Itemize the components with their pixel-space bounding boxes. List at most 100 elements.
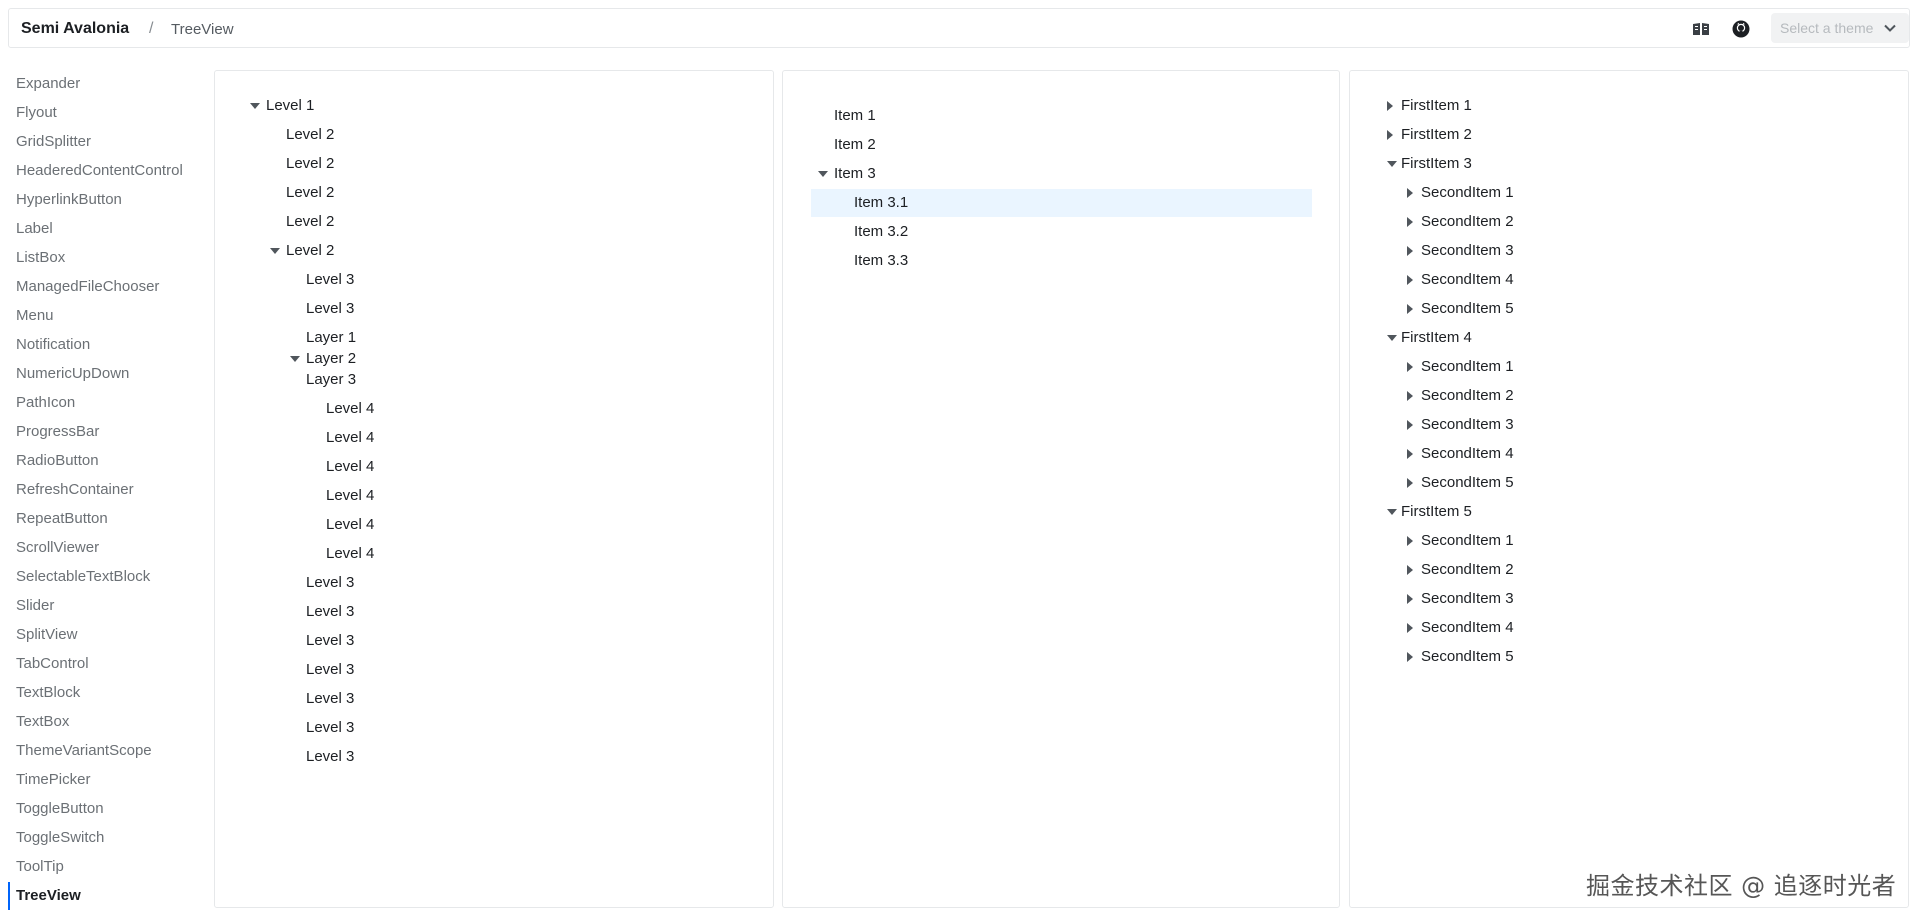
github-icon[interactable] xyxy=(1731,19,1751,39)
sidebar-item-treeview[interactable]: TreeView xyxy=(8,882,208,910)
sidebar-item-refreshcontainer[interactable]: RefreshContainer xyxy=(8,476,208,504)
sidebar-item-progressbar[interactable]: ProgressBar xyxy=(8,418,208,446)
caret-right-icon[interactable] xyxy=(1387,101,1393,111)
tree3-node[interactable]: SecondItem 3 xyxy=(1350,585,1906,613)
caret-right-icon[interactable] xyxy=(1387,130,1393,140)
caret-down-icon[interactable] xyxy=(1387,161,1397,167)
tree3-node[interactable]: SecondItem 1 xyxy=(1350,353,1906,381)
tree1-node[interactable]: Level 1 xyxy=(215,92,771,120)
sidebar-item-label[interactable]: Label xyxy=(8,215,208,243)
caret-right-icon[interactable] xyxy=(1407,449,1413,459)
sidebar-item-togglebutton[interactable]: ToggleButton xyxy=(8,795,208,823)
app-brand[interactable]: Semi Avalonia xyxy=(21,20,129,38)
sidebar-item-hyperlinkbutton[interactable]: HyperlinkButton xyxy=(8,186,208,214)
caret-down-icon[interactable] xyxy=(1387,335,1397,341)
tree1-node[interactable]: Level 3 xyxy=(215,685,771,713)
caret-right-icon[interactable] xyxy=(1407,623,1413,633)
sidebar-item-toggleswitch[interactable]: ToggleSwitch xyxy=(8,824,208,852)
sidebar-item-flyout[interactable]: Flyout xyxy=(8,99,208,127)
tree2-node[interactable]: Item 3 xyxy=(783,160,1337,188)
caret-right-icon[interactable] xyxy=(1407,391,1413,401)
caret-down-icon[interactable] xyxy=(290,356,300,362)
caret-right-icon[interactable] xyxy=(1407,246,1413,256)
tree2-node[interactable]: Item 3.3 xyxy=(783,247,1337,275)
tree1-node[interactable]: Level 3 xyxy=(215,598,771,626)
caret-down-icon[interactable] xyxy=(1387,509,1397,515)
tree1-node[interactable]: Level 2 xyxy=(215,237,771,265)
tree1-node[interactable]: Level 2 xyxy=(215,179,771,207)
sidebar-item-notification[interactable]: Notification xyxy=(8,331,208,359)
sidebar-item-tabcontrol[interactable]: TabControl xyxy=(8,650,208,678)
sidebar-item-radiobutton[interactable]: RadioButton xyxy=(8,447,208,475)
tree1-node[interactable]: Level 4 xyxy=(215,482,771,510)
caret-right-icon[interactable] xyxy=(1407,362,1413,372)
tree1-node[interactable]: Level 4 xyxy=(215,540,771,568)
caret-down-icon[interactable] xyxy=(818,171,828,177)
caret-right-icon[interactable] xyxy=(1407,304,1413,314)
tree3-node[interactable]: SecondItem 1 xyxy=(1350,527,1906,555)
caret-right-icon[interactable] xyxy=(1407,217,1413,227)
sidebar-item-pathicon[interactable]: PathIcon xyxy=(8,389,208,417)
tree2-node[interactable]: Item 3.1 xyxy=(811,189,1312,217)
sidebar-item-numericupdown[interactable]: NumericUpDown xyxy=(8,360,208,388)
caret-right-icon[interactable] xyxy=(1407,188,1413,198)
tree3-node[interactable]: FirstItem 4 xyxy=(1350,324,1906,352)
tree1-node[interactable]: Level 3 xyxy=(215,627,771,655)
tree3-node[interactable]: SecondItem 3 xyxy=(1350,237,1906,265)
tree1-node[interactable]: Level 3 xyxy=(215,295,771,323)
tree3-node[interactable]: SecondItem 4 xyxy=(1350,266,1906,294)
tree3-node[interactable]: FirstItem 5 xyxy=(1350,498,1906,526)
sidebar-item-splitview[interactable]: SplitView xyxy=(8,621,208,649)
caret-right-icon[interactable] xyxy=(1407,275,1413,285)
caret-down-icon[interactable] xyxy=(250,103,260,109)
sidebar-item-headeredcontentcontrol[interactable]: HeaderedContentControl xyxy=(8,157,208,185)
sidebar-item-timepicker[interactable]: TimePicker xyxy=(8,766,208,794)
sidebar-item-tooltip[interactable]: ToolTip xyxy=(8,853,208,881)
tree1-node[interactable]: Level 3 xyxy=(215,714,771,742)
tree1-node[interactable]: Level 4 xyxy=(215,395,771,423)
tree1-node[interactable]: Level 3 xyxy=(215,569,771,597)
caret-down-icon[interactable] xyxy=(270,248,280,254)
sidebar-item-menu[interactable]: Menu xyxy=(8,302,208,330)
tree3-node[interactable]: SecondItem 4 xyxy=(1350,440,1906,468)
tree1-node[interactable]: Layer 3 xyxy=(215,366,771,394)
tree1-node[interactable]: Level 4 xyxy=(215,511,771,539)
tree1-node[interactable]: Level 2 xyxy=(215,150,771,178)
caret-right-icon[interactable] xyxy=(1407,594,1413,604)
sidebar-item-managedfilechooser[interactable]: ManagedFileChooser xyxy=(8,273,208,301)
caret-right-icon[interactable] xyxy=(1407,536,1413,546)
tree1-node[interactable]: Level 2 xyxy=(215,121,771,149)
tree1-node[interactable]: Level 3 xyxy=(215,266,771,294)
sidebar-item-repeatbutton[interactable]: RepeatButton xyxy=(8,505,208,533)
caret-right-icon[interactable] xyxy=(1407,478,1413,488)
tree3-node[interactable]: SecondItem 2 xyxy=(1350,208,1906,236)
sidebar-item-themevariantscope[interactable]: ThemeVariantScope xyxy=(8,737,208,765)
book-icon[interactable] xyxy=(1691,19,1711,39)
tree1-node[interactable]: Level 4 xyxy=(215,453,771,481)
tree3-node[interactable]: SecondItem 5 xyxy=(1350,643,1906,671)
caret-right-icon[interactable] xyxy=(1407,420,1413,430)
sidebar-item-selectabletextblock[interactable]: SelectableTextBlock xyxy=(8,563,208,591)
tree3-node[interactable]: SecondItem 5 xyxy=(1350,469,1906,497)
tree3-node[interactable]: SecondItem 2 xyxy=(1350,556,1906,584)
tree2-node[interactable]: Item 1 xyxy=(783,102,1337,130)
tree3-node[interactable]: SecondItem 5 xyxy=(1350,295,1906,323)
caret-right-icon[interactable] xyxy=(1407,652,1413,662)
tree1-node[interactable]: Level 3 xyxy=(215,743,771,771)
tree3-node[interactable]: SecondItem 2 xyxy=(1350,382,1906,410)
sidebar-item-expander[interactable]: Expander xyxy=(8,70,208,98)
sidebar-item-textbox[interactable]: TextBox xyxy=(8,708,208,736)
tree3-node[interactable]: FirstItem 2 xyxy=(1350,121,1906,149)
theme-select[interactable]: Select a theme xyxy=(1771,13,1909,43)
tree1-node[interactable]: Level 3 xyxy=(215,656,771,684)
tree3-node[interactable]: SecondItem 1 xyxy=(1350,179,1906,207)
tree2-node[interactable]: Item 3.2 xyxy=(783,218,1337,246)
caret-right-icon[interactable] xyxy=(1407,565,1413,575)
sidebar-item-slider[interactable]: Slider xyxy=(8,592,208,620)
sidebar-item-gridsplitter[interactable]: GridSplitter xyxy=(8,128,208,156)
sidebar-item-listbox[interactable]: ListBox xyxy=(8,244,208,272)
tree3-node[interactable]: FirstItem 1 xyxy=(1350,92,1906,120)
tree3-node[interactable]: FirstItem 3 xyxy=(1350,150,1906,178)
tree1-node[interactable]: Level 4 xyxy=(215,424,771,452)
sidebar-item-scrollviewer[interactable]: ScrollViewer xyxy=(8,534,208,562)
